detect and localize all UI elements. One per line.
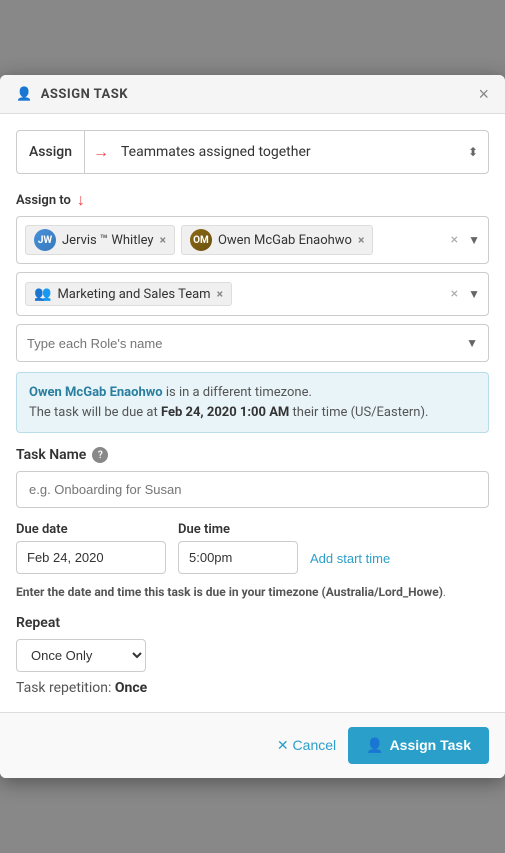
assign-task-label: Assign Task xyxy=(390,737,471,753)
task-name-input[interactable] xyxy=(16,471,489,508)
red-down-arrow-icon: ↓ xyxy=(77,190,85,210)
assign-to-label: Assign to ↓ xyxy=(16,190,489,210)
task-repetition-text: Task repetition: Once xyxy=(16,680,489,696)
modal-header: 👤 ASSIGN TASK × xyxy=(0,75,505,114)
timezone-hint: Enter the date and time this task is due… xyxy=(16,584,489,601)
timezone-hint-text: Enter the date and time this task is due… xyxy=(16,585,322,599)
assign-chevron-icon: ⬍ xyxy=(458,145,488,159)
timezone-text3: their time (US/Eastern). xyxy=(289,405,428,420)
assign-task-modal: 👤 ASSIGN TASK × Assign → Teammates assig… xyxy=(0,75,505,778)
repeat-label: Repeat xyxy=(16,615,489,631)
add-start-time-button[interactable]: Add start time xyxy=(310,543,390,574)
repeat-select-row: Once Only Daily Weekly Monthly Yearly xyxy=(16,639,489,672)
jervis-remove-button[interactable]: × xyxy=(160,234,166,246)
timezone-notice: Owen McGab Enaohwo is in a different tim… xyxy=(16,372,489,433)
people-tags-actions: × ▼ xyxy=(447,230,484,250)
jervis-tag: JW Jervis ™ Whitley × xyxy=(25,225,175,255)
task-name-label: Task Name ? xyxy=(16,447,489,463)
people-tags-container: JW Jervis ™ Whitley × OM Owen McGab Enao… xyxy=(16,216,489,264)
assign-value: Teammates assigned together xyxy=(117,144,458,160)
modal-title: 👤 ASSIGN TASK xyxy=(16,87,128,102)
assign-task-button[interactable]: 👤 Assign Task xyxy=(348,727,489,764)
task-repetition-prefix: Task repetition: xyxy=(16,680,115,696)
marketing-team-name: Marketing and Sales Team xyxy=(57,287,210,302)
header-title-text: ASSIGN TASK xyxy=(41,87,128,102)
jervis-name: Jervis ™ Whitley xyxy=(62,233,154,248)
role-chevron-icon[interactable]: ▼ xyxy=(466,336,478,350)
modal-footer: ✕ Cancel 👤 Assign Task xyxy=(0,712,505,778)
due-time-col: Due time xyxy=(178,522,298,574)
due-date-col: Due date xyxy=(16,522,166,574)
owen-name: Owen McGab Enaohwo xyxy=(218,233,352,248)
assign-arrow-icon: → xyxy=(85,142,117,162)
task-name-text: Task Name xyxy=(16,447,86,463)
timezone-text2: The task will be due at xyxy=(29,405,161,420)
owen-avatar-initials: OM xyxy=(190,229,212,251)
assign-dropdown[interactable]: Assign → Teammates assigned together ⬍ xyxy=(16,130,489,174)
team-tags-container: 👥 Marketing and Sales Team × × ▼ xyxy=(16,272,489,316)
modal-body: Assign → Teammates assigned together ⬍ A… xyxy=(0,114,505,712)
role-input[interactable] xyxy=(27,336,466,351)
people-tags-chevron-button[interactable]: ▼ xyxy=(464,231,484,249)
due-time-label: Due time xyxy=(178,522,298,537)
team-tags-chevron-button[interactable]: ▼ xyxy=(464,285,484,303)
due-date-input[interactable] xyxy=(16,541,166,574)
people-tags-clear-button[interactable]: × xyxy=(447,230,462,250)
assign-task-icon: 👤 xyxy=(366,737,383,754)
help-icon[interactable]: ? xyxy=(92,447,108,463)
close-button[interactable]: × xyxy=(478,85,489,103)
assign-to-text: Assign to xyxy=(16,193,71,208)
marketing-team-remove-button[interactable]: × xyxy=(217,288,223,300)
team-tags-actions: × ▼ xyxy=(447,284,484,304)
team-icon: 👥 xyxy=(34,286,51,302)
repeat-select[interactable]: Once Only Daily Weekly Monthly Yearly xyxy=(16,639,146,672)
task-repetition-value: Once xyxy=(115,680,147,696)
timezone-hint-tz: (Australia/Lord_Howe) xyxy=(322,585,443,599)
due-date-time-row: Due date Due time Add start time xyxy=(16,522,489,574)
owen-avatar: OM xyxy=(190,229,212,251)
user-icon: 👤 xyxy=(16,87,33,102)
jervis-avatar-initials: JW xyxy=(34,229,56,251)
team-tags-clear-button[interactable]: × xyxy=(447,284,462,304)
jervis-avatar: JW xyxy=(34,229,56,251)
assign-label: Assign xyxy=(17,131,85,173)
due-date-label: Due date xyxy=(16,522,166,537)
timezone-text1: is in a different timezone. xyxy=(163,385,312,400)
owen-tag: OM Owen McGab Enaohwo × xyxy=(181,225,373,255)
timezone-time: Feb 24, 2020 1:00 AM xyxy=(161,405,289,420)
owen-remove-button[interactable]: × xyxy=(358,234,364,246)
timezone-person-name: Owen McGab Enaohwo xyxy=(29,385,163,400)
role-input-row: ▼ xyxy=(16,324,489,362)
marketing-team-tag: 👥 Marketing and Sales Team × xyxy=(25,282,232,306)
due-time-input[interactable] xyxy=(178,541,298,574)
cancel-button[interactable]: ✕ Cancel xyxy=(277,737,336,754)
